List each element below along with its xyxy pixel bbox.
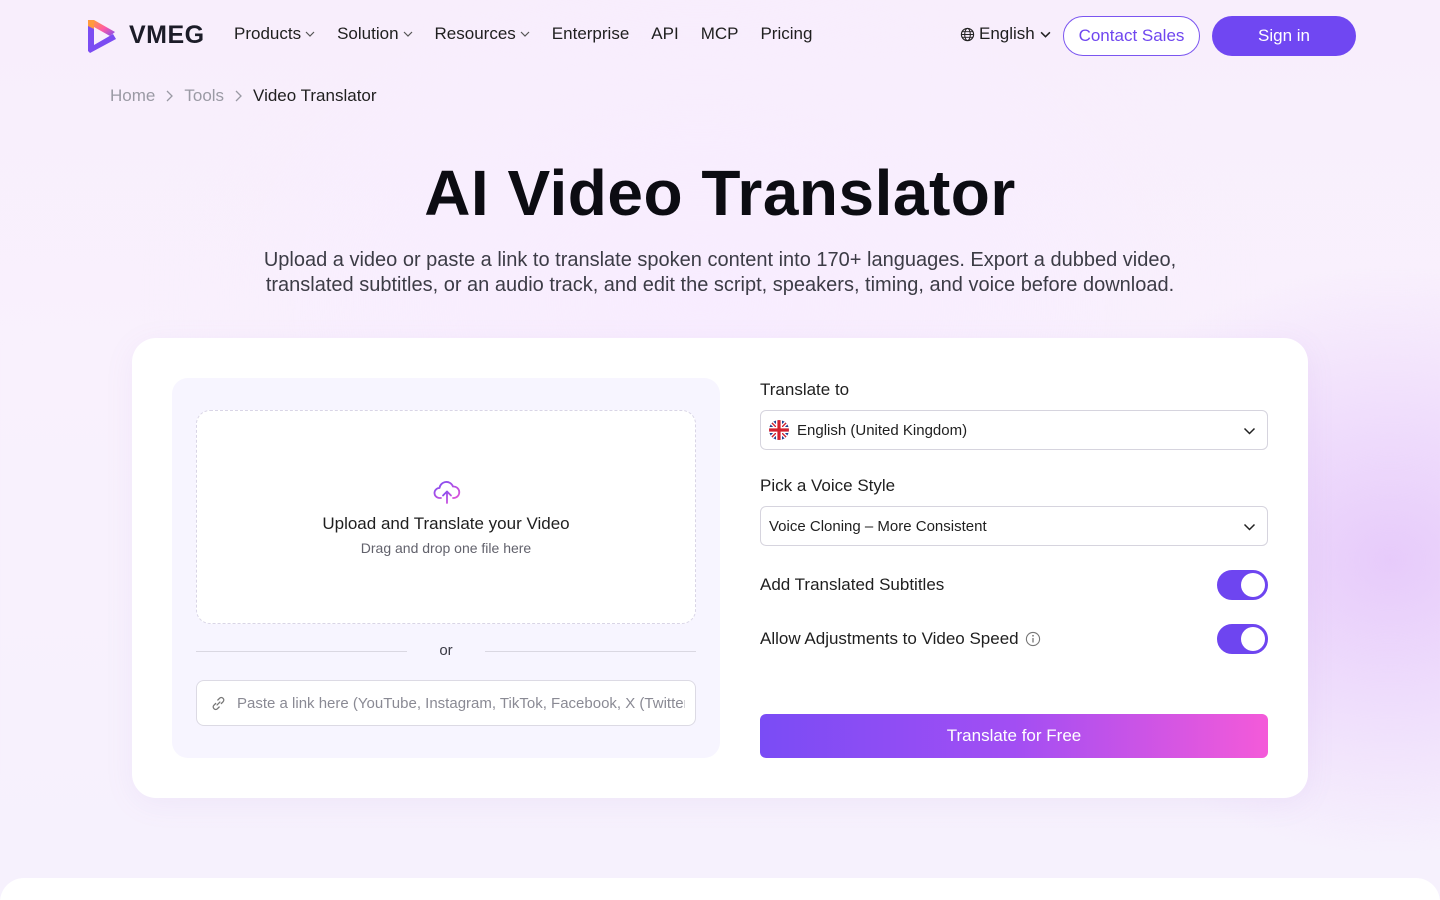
contact-sales-button[interactable]: Contact Sales [1063,16,1200,56]
chevron-down-icon [1243,523,1256,531]
nav-enterprise[interactable]: Enterprise [552,24,629,44]
nav-label: Enterprise [551,24,630,43]
nav-api[interactable]: API [651,24,678,44]
nav-label: MCP [700,24,739,43]
speed-option: Allow Adjustments to Video Speed [760,629,1041,649]
brand-name: VMEG [129,20,205,49]
voice-style-label: Pick a Voice Style [760,476,896,495]
nav-label: API [651,24,679,43]
nav-resources[interactable]: Resources [435,24,530,44]
chevron-down-icon [305,31,315,37]
logo[interactable]: VMEG [85,17,205,53]
page-subtitle: Upload a video or paste a link to transl… [210,248,1230,298]
breadcrumb-home[interactable]: Home [110,86,155,106]
subtitles-label: Add Translated Subtitles [760,575,945,594]
nav-solution[interactable]: Solution [337,24,412,44]
chevron-down-icon [403,31,412,37]
voice-style-value: Voice Cloning – More Consistent [769,517,987,535]
voice-style-select[interactable]: Voice Cloning – More Consistent [760,506,1268,546]
nav-label: Resources [434,24,516,43]
nav-label: Solution [337,24,399,43]
or-divider: or [196,640,696,664]
video-dropzone[interactable]: Upload and Translate your Video Drag and… [196,410,696,624]
translate-for-free-button[interactable]: Translate for Free [760,714,1268,758]
language-label: English [979,24,1035,43]
globe-icon [960,27,975,41]
nav-mcp[interactable]: MCP [701,24,739,44]
next-section-edge [0,878,1440,900]
nav-label: Products [234,24,302,43]
nav-pricing[interactable]: Pricing [760,24,812,44]
divider-line [485,651,696,652]
subtitle-line-1: Upload a video or paste a link to transl… [263,249,1177,271]
chevron-down-icon [1040,31,1051,38]
breadcrumb-current: Video Translator [253,86,377,105]
video-link-input[interactable] [237,694,685,712]
nav-products[interactable]: Products [234,24,315,44]
uk-flag-icon [769,420,789,440]
site-header: VMEG Products Solution Resources Enterpr… [0,0,1440,72]
link-input-wrapper [196,680,696,726]
subtitles-toggle[interactable] [1217,570,1268,600]
subtitle-line-2: translated subtitles, or an audio track,… [265,274,1175,296]
speed-label: Allow Adjustments to Video Speed [760,629,1019,648]
language-switcher[interactable]: English [960,24,1051,44]
target-language-select[interactable]: English (United Kingdom) [760,410,1268,450]
breadcrumb: Home Tools Video Translator [110,86,377,106]
toggle-knob [1241,626,1265,651]
chevron-down-icon [520,31,530,37]
page-title: AI Video Translator [424,157,1016,229]
translator-card: Upload and Translate your Video Drag and… [132,338,1308,798]
toggle-knob [1241,572,1265,597]
upload-title: Upload and Translate your Video [322,514,570,533]
nav-label: Pricing [760,24,813,43]
chevron-down-icon [1243,427,1256,435]
chevron-right-icon [235,90,242,102]
translate-to-label: Translate to [760,380,850,399]
subtitles-option: Add Translated Subtitles [760,575,944,595]
upload-subtitle: Drag and drop one file here [360,540,532,556]
upload-panel: Upload and Translate your Video Drag and… [172,378,720,758]
chevron-right-icon [166,90,174,102]
main-nav: Products Solution Resources Enterprise A… [234,24,834,44]
cloud-upload-icon [433,481,461,504]
target-language-value: English (United Kingdom) [797,421,968,439]
link-icon [212,696,225,710]
vmeg-logo-icon [88,20,116,53]
info-icon[interactable] [1025,631,1041,647]
breadcrumb-tools[interactable]: Tools [184,86,224,106]
video-speed-toggle[interactable] [1217,624,1268,654]
sign-in-button[interactable]: Sign in [1212,16,1356,56]
